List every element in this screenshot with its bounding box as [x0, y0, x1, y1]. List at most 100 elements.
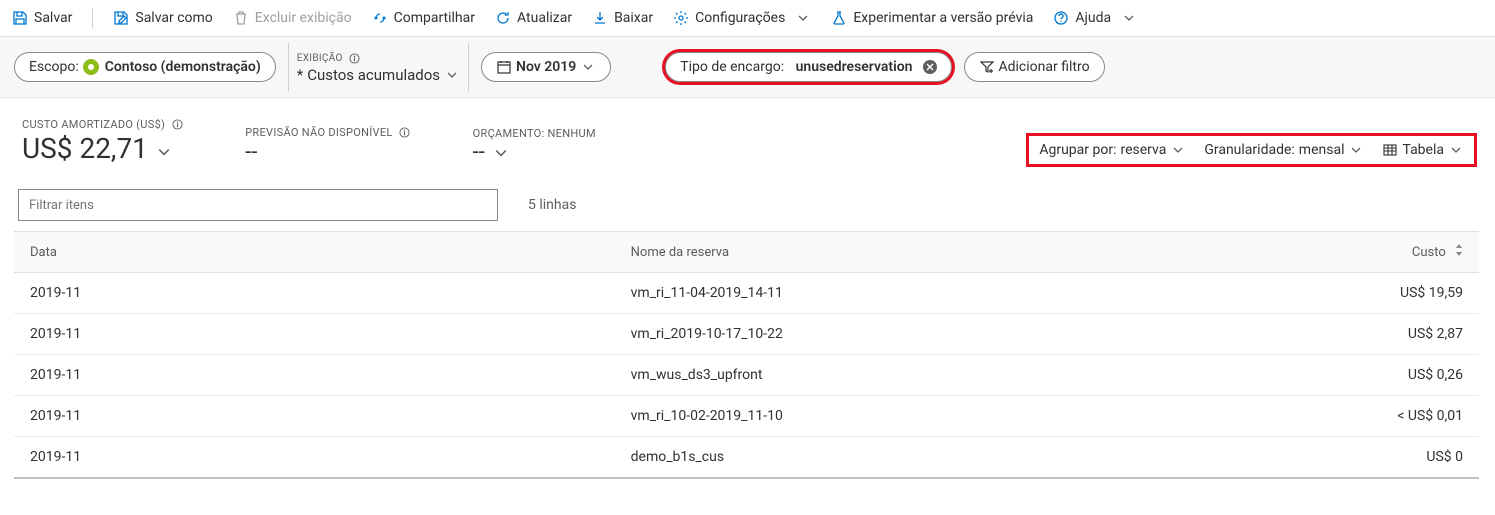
amortized-value-dropdown[interactable]: US$ 22,71	[22, 132, 185, 165]
forecast-label: PREVISÃO NÃO DISPONÍVEL	[245, 126, 392, 139]
save-as-label: Salvar como	[135, 10, 212, 26]
cell-date: 2019-11	[14, 437, 615, 479]
view-value: Custos acumulados	[307, 66, 440, 84]
table-row[interactable]: 2019-11demo_b1s_cusUS$ 0	[14, 437, 1479, 479]
share-label: Compartilhar	[394, 10, 475, 26]
cell-name: vm_wus_ds3_upfront	[615, 355, 1201, 396]
col-name[interactable]: Nome da reserva	[615, 232, 1201, 273]
row-count: 5 linhas	[528, 197, 576, 213]
table-toolbar: 5 linhas	[0, 171, 1495, 231]
chevron-down-icon	[1121, 10, 1137, 26]
flask-icon	[831, 10, 847, 26]
settings-button[interactable]: Configurações	[673, 10, 811, 26]
forecast-value: --	[245, 140, 257, 165]
cell-name: vm_ri_10-02-2019_11-10	[615, 396, 1201, 437]
share-button[interactable]: Compartilhar	[372, 10, 475, 26]
group-label: Agrupar por:	[1039, 142, 1116, 158]
separator	[92, 8, 93, 28]
add-filter-label: Adicionar filtro	[999, 59, 1090, 75]
view-mode-value: Tabela	[1402, 142, 1444, 158]
col-date[interactable]: Data	[14, 232, 615, 273]
budget-value-dropdown[interactable]: --	[473, 140, 596, 165]
gran-value: mensal	[1299, 142, 1345, 158]
save-as-button[interactable]: Salvar como	[113, 10, 212, 26]
cell-cost: US$ 2,87	[1201, 314, 1479, 355]
save-as-icon	[113, 10, 129, 26]
date-value: Nov 2019	[516, 59, 576, 75]
download-button[interactable]: Baixar	[592, 10, 653, 26]
charge-type-label: Tipo de encargo:	[680, 59, 784, 75]
chevron-down-icon	[1348, 142, 1364, 158]
save-button[interactable]: Salvar	[12, 10, 72, 26]
save-label: Salvar	[34, 10, 72, 26]
refresh-icon	[495, 10, 511, 26]
budget-label: ORÇAMENTO: NENHUM	[473, 127, 596, 140]
table-row[interactable]: 2019-11vm_wus_ds3_upfrontUS$ 0,26	[14, 355, 1479, 396]
cell-name: demo_b1s_cus	[615, 437, 1201, 479]
table-row[interactable]: 2019-11vm_ri_2019-10-17_10-22US$ 2,87	[14, 314, 1479, 355]
cell-date: 2019-11	[14, 314, 615, 355]
scope-label: Escopo:	[29, 59, 79, 75]
amortized-label: CUSTO AMORTIZADO (US$)	[22, 118, 165, 131]
amortized-value: US$ 22,71	[22, 132, 148, 165]
chevron-down-icon	[1170, 142, 1186, 158]
help-label: Ajuda	[1075, 10, 1111, 26]
refresh-label: Atualizar	[517, 10, 572, 26]
cell-name: vm_ri_11-04-2019_14-11	[615, 273, 1201, 314]
cell-date: 2019-11	[14, 355, 615, 396]
cost-table: Data Nome da reserva Custo 2019-11vm_ri_…	[14, 231, 1479, 479]
cell-cost: < US$ 0,01	[1201, 396, 1479, 437]
chevron-down-icon	[1448, 142, 1464, 158]
try-preview-button[interactable]: Experimentar a versão prévia	[831, 10, 1033, 26]
sort-arrows-icon	[1455, 244, 1463, 256]
scope-icon	[83, 59, 99, 75]
add-filter-button[interactable]: Adicionar filtro	[964, 52, 1105, 82]
granularity-selector[interactable]: Granularidade: mensal	[1204, 142, 1364, 158]
save-icon	[12, 10, 28, 26]
view-label: EXIBIÇÃO	[297, 53, 343, 64]
remove-filter-icon[interactable]	[923, 60, 937, 74]
group-by-selector[interactable]: Agrupar por: reserva	[1039, 142, 1186, 158]
trash-icon	[233, 10, 249, 26]
view-selector[interactable]: EXIBIÇÃO * Custos acumulados	[288, 43, 469, 91]
refresh-button[interactable]: Atualizar	[495, 10, 572, 26]
table-icon	[1382, 142, 1398, 158]
scope-selector[interactable]: Escopo: Contoso (demonstração)	[14, 52, 276, 82]
download-icon	[592, 10, 608, 26]
chevron-down-icon	[795, 10, 811, 26]
settings-label: Configurações	[695, 10, 785, 26]
share-icon	[372, 10, 388, 26]
info-icon[interactable]	[169, 116, 185, 132]
table-row[interactable]: 2019-11vm_ri_10-02-2019_11-10< US$ 0,01	[14, 396, 1479, 437]
stat-forecast: PREVISÃO NÃO DISPONÍVEL --	[245, 124, 412, 165]
charge-type-filter[interactable]: Tipo de encargo: unusedreservation	[665, 52, 951, 82]
table-row[interactable]: 2019-11vm_ri_11-04-2019_14-11US$ 19,59	[14, 273, 1479, 314]
gear-icon	[673, 10, 689, 26]
cell-cost: US$ 0,26	[1201, 355, 1479, 396]
view-prefix: *	[297, 66, 303, 84]
chevron-down-icon	[444, 67, 460, 83]
chevron-down-icon	[493, 145, 509, 161]
cell-date: 2019-11	[14, 273, 615, 314]
stat-amortized: CUSTO AMORTIZADO (US$) US$ 22,71	[22, 116, 185, 165]
view-mode-selector[interactable]: Tabela	[1382, 142, 1464, 158]
cell-cost: US$ 0	[1201, 437, 1479, 479]
scope-value: Contoso (demonstração)	[105, 59, 261, 75]
info-icon[interactable]	[397, 124, 413, 140]
date-selector[interactable]: Nov 2019	[481, 52, 611, 82]
charge-type-value: unusedreservation	[796, 59, 913, 75]
cell-cost: US$ 19,59	[1201, 273, 1479, 314]
stats-row: CUSTO AMORTIZADO (US$) US$ 22,71 PREVISÃ…	[0, 98, 1495, 171]
help-icon	[1053, 10, 1069, 26]
download-label: Baixar	[614, 10, 653, 26]
filter-items-input[interactable]	[18, 189, 498, 221]
help-button[interactable]: Ajuda	[1053, 10, 1137, 26]
chevron-down-icon	[156, 144, 172, 160]
filter-bar: Escopo: Contoso (demonstração) EXIBIÇÃO …	[0, 37, 1495, 98]
calendar-icon	[496, 59, 512, 75]
try-preview-label: Experimentar a versão prévia	[853, 10, 1033, 26]
group-value: reserva	[1120, 142, 1166, 158]
view-controls: Agrupar por: reserva Granularidade: mens…	[1026, 133, 1477, 167]
delete-view-label: Excluir exibição	[255, 10, 352, 26]
col-cost[interactable]: Custo	[1201, 232, 1479, 273]
